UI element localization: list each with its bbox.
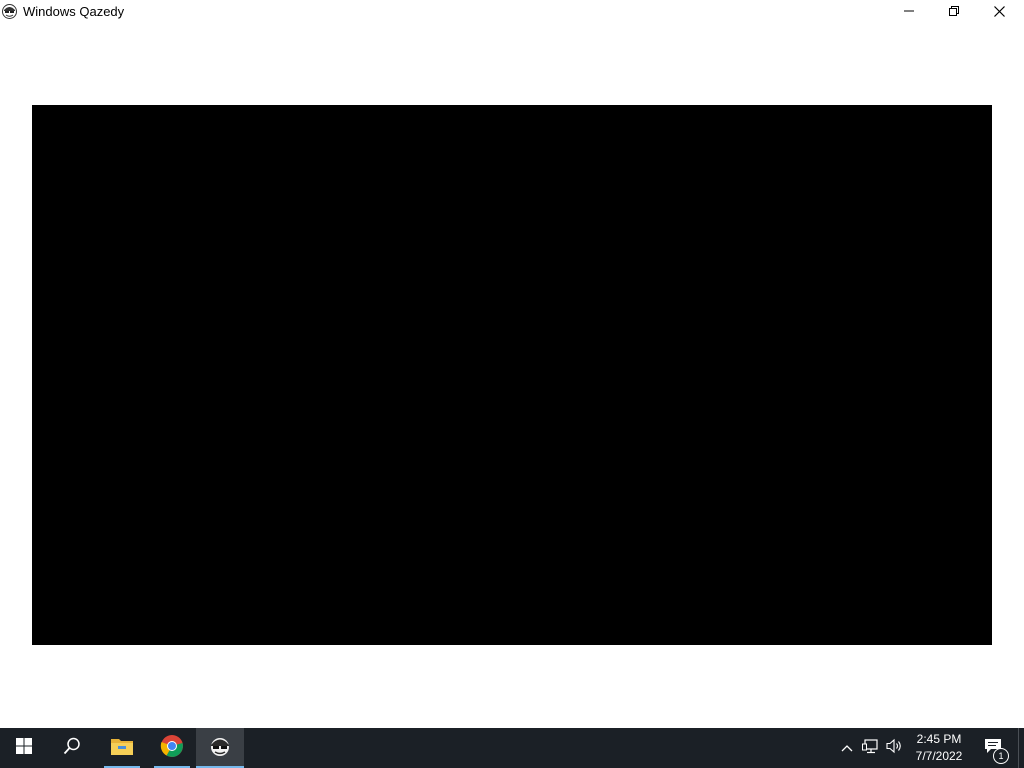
qazedy-app-icon [2, 4, 17, 19]
taskbar-chrome[interactable] [148, 728, 196, 768]
network-icon [862, 738, 880, 759]
taskbar-qazedy[interactable] [196, 728, 244, 768]
clock-time: 2:45 PM [916, 732, 962, 746]
network-button[interactable] [861, 728, 881, 768]
volume-button[interactable] [885, 728, 905, 768]
taskbar: 2:45 PM 7/7/2022 1 [0, 728, 1024, 768]
qazedy-app-icon [208, 734, 232, 763]
taskbar-file-explorer[interactable] [98, 728, 146, 768]
game-viewport[interactable] [32, 105, 992, 645]
volume-icon [886, 738, 904, 759]
search-button[interactable] [48, 728, 96, 768]
show-hidden-icons-button[interactable] [838, 728, 856, 768]
window-title: Windows Qazedy [23, 4, 125, 19]
chevron-up-icon [841, 739, 853, 757]
windows-logo-icon [16, 737, 32, 759]
start-button[interactable] [0, 728, 48, 768]
search-icon [63, 737, 81, 760]
close-button[interactable] [976, 0, 1022, 22]
system-clock[interactable]: 2:45 PM 7/7/2022 [908, 731, 970, 765]
app-window: Windows Qazedy [0, 0, 1024, 728]
action-center-button[interactable]: 1 [975, 728, 1011, 768]
show-desktop-button[interactable] [1018, 728, 1024, 768]
folder-icon [110, 736, 134, 761]
title-bar[interactable]: Windows Qazedy [0, 0, 1024, 24]
notification-count-badge: 1 [993, 748, 1009, 764]
close-icon [993, 5, 1005, 17]
restore-button[interactable] [931, 0, 977, 22]
minimize-icon [904, 6, 914, 16]
restore-icon [949, 6, 959, 16]
minimize-button[interactable] [886, 0, 932, 22]
chrome-icon [160, 734, 184, 763]
clock-date: 7/7/2022 [915, 749, 963, 763]
